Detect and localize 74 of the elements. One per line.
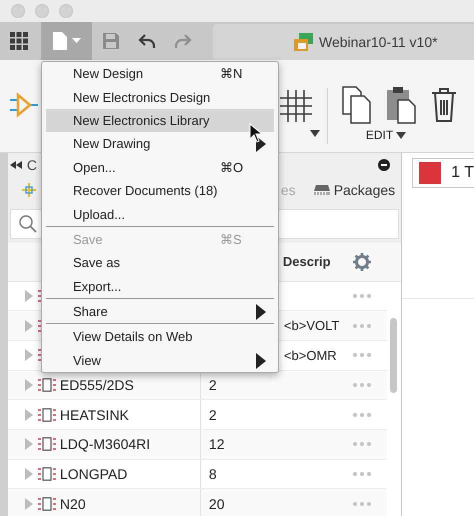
more-icon[interactable]	[352, 502, 371, 506]
menu-item[interactable]: Share	[46, 300, 274, 324]
part-count: 2	[208, 406, 217, 423]
part-description: <b>VOLT	[284, 318, 340, 334]
part-count: 12	[208, 436, 224, 452]
caret-icon[interactable]	[310, 130, 320, 137]
menu-item[interactable]: Recover Documents (18)	[46, 178, 274, 202]
new-file-icon	[50, 31, 82, 51]
apps-grid-icon[interactable]	[10, 32, 28, 50]
window-control[interactable]	[35, 4, 49, 18]
column-header[interactable]: Descrip	[282, 254, 350, 269]
part-name: LONGPAD	[60, 466, 128, 482]
more-icon[interactable]	[352, 472, 371, 476]
expand-toggle[interactable]	[24, 320, 34, 332]
expand-toggle[interactable]	[24, 468, 34, 480]
layer-selector[interactable]: 1 T	[412, 158, 474, 188]
copy-icon[interactable]	[342, 86, 372, 124]
more-icon[interactable]	[352, 324, 371, 328]
more-icon[interactable]	[352, 353, 371, 358]
part-description: <b>OMR	[284, 348, 337, 363]
panel-title: C	[26, 157, 38, 174]
menu-item[interactable]: Upload...	[46, 202, 274, 226]
sparkle-icon[interactable]	[22, 183, 36, 198]
expand-toggle[interactable]	[24, 498, 34, 510]
scrollbar-thumb[interactable]	[390, 318, 398, 392]
component-icon	[38, 408, 56, 422]
menu-item[interactable]: Save as	[46, 251, 274, 275]
more-icon[interactable]	[352, 294, 371, 298]
menu-item[interactable]: New Design ⌘N	[46, 62, 274, 86]
part-name: N20	[60, 496, 86, 512]
menu-item[interactable]: Export...	[46, 274, 274, 298]
save-icon[interactable]	[102, 32, 120, 50]
component-icon	[38, 378, 56, 392]
menu-item[interactable]: View Details on Web	[46, 325, 274, 349]
expand-toggle[interactable]	[24, 408, 34, 421]
redo-icon[interactable]	[174, 33, 192, 49]
file-menu-button[interactable]	[41, 22, 92, 60]
design-icon	[293, 32, 315, 52]
part-name: LDQ-M3604RI	[60, 436, 150, 452]
document-tab[interactable]: Webinar10-11 v10*	[213, 24, 474, 60]
component-icon	[38, 496, 56, 511]
settings-icon[interactable]	[352, 252, 371, 270]
expand-toggle[interactable]	[24, 349, 34, 362]
packages-tab[interactable]: Packages	[314, 182, 396, 198]
menu-item[interactable]: New Electronics Library	[46, 108, 274, 132]
trash-icon[interactable]	[430, 86, 458, 124]
expand-toggle[interactable]	[24, 378, 34, 391]
minimize-icon[interactable]	[378, 159, 390, 172]
part-count: 8	[208, 466, 217, 482]
more-icon[interactable]	[352, 382, 371, 387]
more-icon[interactable]	[352, 442, 371, 446]
part-count: 20	[208, 496, 224, 512]
paste-icon[interactable]	[386, 86, 416, 124]
window-control[interactable]	[11, 4, 25, 18]
undo-icon[interactable]	[138, 33, 156, 49]
edit-dropdown[interactable]: EDIT	[366, 128, 406, 142]
expand-toggle[interactable]	[24, 290, 34, 302]
part-count: 2	[208, 376, 217, 393]
package-icon	[314, 185, 330, 196]
caret-icon	[396, 132, 406, 138]
collapse-icon[interactable]	[10, 161, 22, 170]
menu-item[interactable]: Open... ⌘O	[46, 156, 274, 179]
search-icon	[18, 214, 37, 233]
grid-icon[interactable]	[280, 90, 312, 122]
pointer-icon	[249, 123, 263, 143]
component-icon	[38, 437, 56, 452]
menu-item[interactable]: View	[46, 348, 274, 372]
window-control[interactable]	[59, 4, 73, 18]
component-icon	[38, 466, 56, 481]
expand-toggle[interactable]	[24, 438, 34, 450]
menu-item[interactable]: New Electronics Design	[46, 85, 274, 109]
part-name: HEATSINK	[60, 406, 129, 423]
part-name: ED555/2DS	[60, 376, 134, 393]
more-icon[interactable]	[352, 412, 371, 417]
